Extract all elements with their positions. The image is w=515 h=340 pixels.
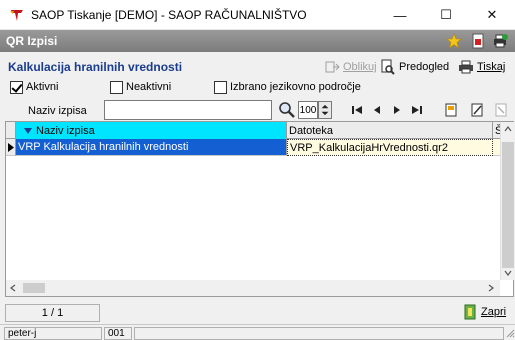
- print-button[interactable]: Tiskaj: [458, 58, 505, 76]
- close-window-button[interactable]: ✕: [469, 0, 515, 30]
- inactive-label: Neaktivni: [126, 81, 172, 93]
- edit-record-icon[interactable]: [470, 103, 484, 117]
- vertical-scrollbar[interactable]: [500, 122, 514, 280]
- preview-button[interactable]: Predogled: [380, 58, 449, 76]
- grid-header: Naziv izpisa Datoteka Št: [6, 122, 513, 139]
- app-logo-icon: [10, 10, 23, 21]
- minimize-button[interactable]: —: [377, 0, 423, 30]
- search-input[interactable]: [104, 100, 272, 120]
- scroll-up-arrow-icon[interactable]: [504, 126, 512, 132]
- language-label: Izbrano jezikovno področje: [230, 81, 361, 93]
- header-indicator-cell: [6, 122, 16, 139]
- search-icon[interactable]: [278, 101, 296, 119]
- design-arrow-icon: [325, 61, 340, 73]
- language-checkbox[interactable]: [214, 80, 227, 94]
- status-user: peter-j: [4, 327, 102, 340]
- print-label: Tiskaj: [477, 61, 506, 73]
- next-record-icon[interactable]: [390, 103, 404, 117]
- record-pager: 1 / 1: [5, 304, 100, 322]
- sort-descending-icon: [24, 127, 32, 134]
- scroll-left-arrow-icon[interactable]: [10, 284, 16, 292]
- document-icon[interactable]: [470, 33, 486, 49]
- first-record-icon[interactable]: [350, 103, 364, 117]
- printer-icon[interactable]: [492, 33, 508, 49]
- zoom-spinner-icon[interactable]: [318, 101, 332, 119]
- current-row-arrow-icon: [8, 142, 14, 152]
- module-title: QR Izpisi: [6, 34, 58, 48]
- column-header-file-label: Datoteka: [289, 124, 334, 137]
- active-filter[interactable]: Aktivni: [10, 80, 58, 94]
- table-row[interactable]: VRP Kalkulacija hranilnih vrednosti VRP_…: [6, 139, 501, 156]
- vertical-scroll-thumb[interactable]: [502, 142, 514, 268]
- inactive-checkbox[interactable]: [110, 80, 123, 94]
- form-title: Kalkulacija hranilnih vrednosti: [8, 60, 183, 74]
- resize-grip-icon[interactable]: [505, 328, 515, 338]
- window-titlebar: SAOP Tiskanje [DEMO] - SAOP RAČUNALNIŠTV…: [0, 0, 515, 30]
- star-favorite-icon[interactable]: [446, 33, 462, 49]
- preview-magnifier-icon: [381, 59, 395, 75]
- language-filter[interactable]: Izbrano jezikovno področje: [214, 80, 361, 94]
- design-button[interactable]: Oblikuj: [324, 58, 377, 76]
- active-label: Aktivni: [26, 81, 59, 93]
- module-header: QR Izpisi: [0, 30, 515, 52]
- status-code: 001: [104, 327, 132, 340]
- status-message: [134, 327, 504, 340]
- preview-label: Predogled: [399, 61, 450, 73]
- status-bar: peter-j 001: [0, 324, 515, 340]
- reports-grid[interactable]: Naziv izpisa Datoteka Št VRP Kalkulacija…: [5, 121, 514, 297]
- cell-file-name[interactable]: VRP_KalkulacijaHrVrednosti.qr2: [287, 139, 493, 156]
- window-title: SAOP Tiskanje [DEMO] - SAOP RAČUNALNIŠTV…: [31, 8, 307, 22]
- column-header-name-label: Naziv izpisa: [36, 124, 95, 137]
- print-icon: [459, 60, 473, 74]
- previous-record-icon[interactable]: [370, 103, 384, 117]
- last-record-icon[interactable]: [410, 103, 424, 117]
- maximize-button[interactable]: ☐: [423, 0, 469, 30]
- column-header-name[interactable]: Naziv izpisa: [16, 122, 287, 139]
- cell-report-name[interactable]: VRP Kalkulacija hranilnih vrednosti: [16, 139, 287, 156]
- horizontal-scrollbar[interactable]: [6, 280, 500, 296]
- scroll-right-arrow-icon[interactable]: [488, 284, 494, 292]
- exit-door-icon: [464, 304, 476, 320]
- horizontal-scroll-thumb[interactable]: [23, 283, 45, 293]
- inactive-filter[interactable]: Neaktivni: [110, 80, 171, 94]
- search-label: Naziv izpisa: [28, 105, 87, 117]
- zoom-field[interactable]: 100: [298, 101, 318, 119]
- delete-record-icon[interactable]: [494, 103, 508, 117]
- scroll-down-arrow-icon[interactable]: [504, 270, 512, 276]
- close-button[interactable]: Zapri: [462, 303, 506, 321]
- close-button-label: Zapri: [481, 306, 507, 318]
- column-header-file[interactable]: Datoteka: [287, 122, 493, 139]
- design-label: Oblikuj: [343, 61, 377, 73]
- new-record-icon[interactable]: [444, 103, 458, 117]
- active-checkbox[interactable]: [10, 80, 23, 94]
- row-indicator: [6, 139, 16, 156]
